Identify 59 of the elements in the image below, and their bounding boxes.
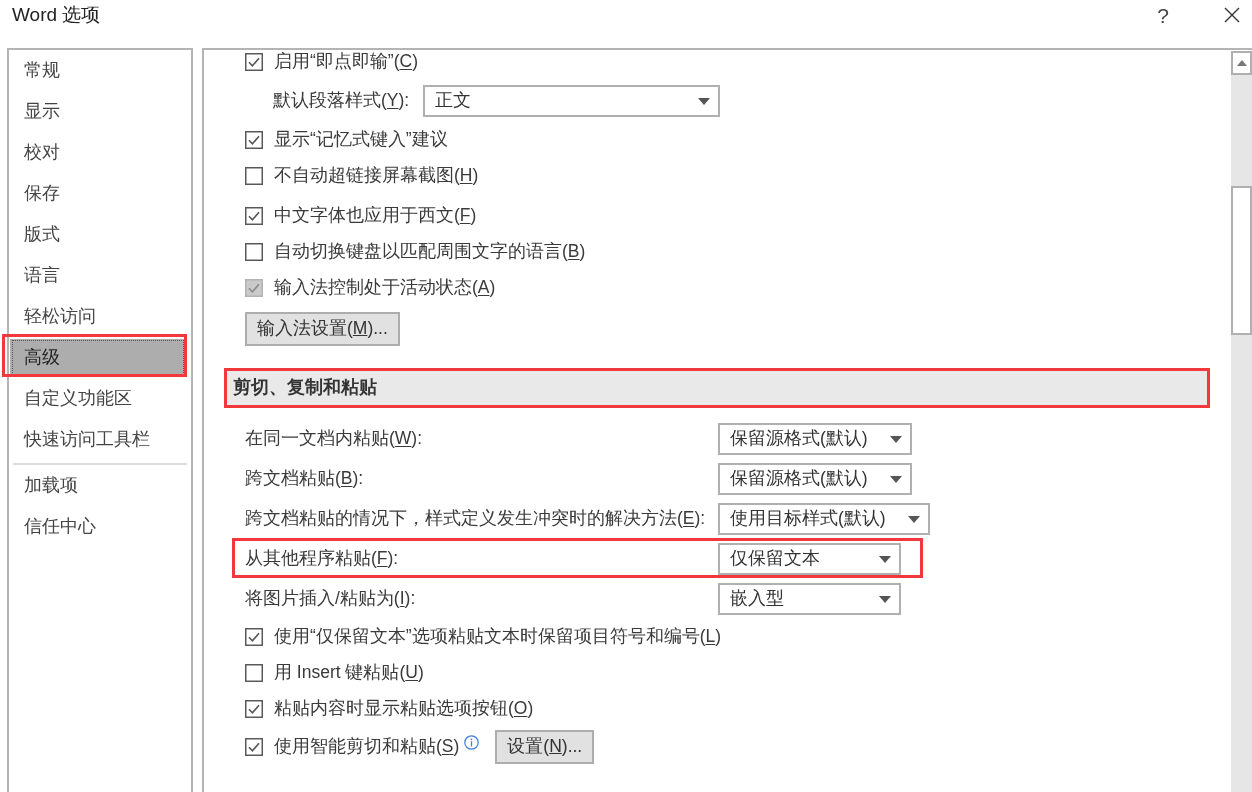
- sidebar-item[interactable]: 自定义功能区: [10, 379, 186, 420]
- checkbox[interactable]: [245, 738, 263, 756]
- checkbox[interactable]: [245, 700, 263, 718]
- close-icon[interactable]: [1224, 7, 1240, 23]
- scrollbar-thumb[interactable]: [1231, 186, 1252, 335]
- dropdown[interactable]: 保留源格式(默认): [718, 423, 912, 455]
- option-label: 用 Insert 键粘贴(U): [274, 662, 424, 684]
- sidebar-item[interactable]: 校对: [10, 133, 186, 174]
- sidebar-item[interactable]: 显示: [10, 92, 186, 133]
- checkbox[interactable]: [245, 207, 263, 225]
- option-label: 显示“记忆式键入”建议: [274, 129, 448, 151]
- window-title: Word 选项: [12, 3, 101, 27]
- checkbox[interactable]: [245, 628, 263, 646]
- option-label: 中文字体也应用于西文(F): [274, 205, 477, 227]
- checkbox[interactable]: [245, 664, 263, 682]
- scroll-up-button[interactable]: [1231, 51, 1252, 75]
- field-label: 将图片插入/粘贴为(I):: [245, 588, 417, 610]
- sidebar-item[interactable]: 版式: [10, 215, 186, 256]
- dropdown[interactable]: 仅保留文本: [718, 543, 901, 575]
- info-icon[interactable]: [464, 735, 480, 750]
- caret-icon: [889, 435, 902, 443]
- up-arrow-icon: [1236, 60, 1247, 66]
- sidebar-item[interactable]: 加载项: [10, 466, 186, 507]
- checkbox[interactable]: [245, 243, 263, 261]
- sidebar-item[interactable]: 保存: [10, 174, 186, 215]
- option-label: 使用智能剪切和粘贴(S): [274, 736, 460, 758]
- caret-icon: [879, 595, 891, 603]
- field-label: 默认段落样式(Y):: [273, 90, 410, 112]
- field-label: 从其他程序粘贴(F):: [245, 548, 400, 570]
- sidebar-item[interactable]: 快速访问工具栏: [10, 420, 186, 461]
- scrollbar-track[interactable]: [1231, 51, 1252, 792]
- help-button[interactable]: ?: [1157, 4, 1169, 26]
- dropdown[interactable]: 保留源格式(默认): [718, 463, 912, 495]
- sidebar-item[interactable]: 信任中心: [10, 507, 186, 548]
- caret-icon: [889, 475, 902, 483]
- option-label: 启用“即点即输”(C): [274, 51, 418, 73]
- sidebar-item[interactable]: 语言: [10, 256, 186, 297]
- settings-button[interactable]: 设置(N)...: [495, 730, 595, 764]
- caret-icon: [907, 515, 920, 523]
- option-label: 自动切换键盘以匹配周围文字的语言(B): [274, 241, 586, 263]
- caret-icon: [879, 555, 891, 563]
- sidebar-item[interactable]: 轻松访问: [10, 297, 186, 338]
- checkbox[interactable]: [245, 131, 263, 149]
- field-label: 跨文档粘贴的情况下，样式定义发生冲突时的解决方法(E):: [245, 508, 707, 530]
- checkbox[interactable]: [245, 53, 263, 71]
- option-label: 不自动超链接屏幕截图(H): [274, 165, 479, 187]
- dropdown[interactable]: 正文: [423, 85, 721, 117]
- section-header: 剪切、复制和粘贴: [224, 368, 1210, 408]
- field-label: 在同一文档内粘贴(W):: [245, 428, 424, 450]
- checkbox[interactable]: [245, 167, 263, 185]
- settings-button[interactable]: 输入法设置(M)...: [245, 312, 400, 346]
- caret-icon: [698, 97, 711, 105]
- option-label: 输入法控制处于活动状态(A): [274, 277, 496, 299]
- field-label: 跨文档粘贴(B):: [245, 468, 365, 490]
- option-label: 粘贴内容时显示粘贴选项按钮(O): [274, 698, 534, 720]
- dropdown[interactable]: 使用目标样式(默认): [718, 503, 930, 535]
- sidebar-item[interactable]: 常规: [10, 51, 186, 92]
- option-label: 使用“仅保留文本”选项粘贴文本时保留项目符号和编号(L): [274, 626, 722, 648]
- dropdown[interactable]: 嵌入型: [718, 583, 901, 615]
